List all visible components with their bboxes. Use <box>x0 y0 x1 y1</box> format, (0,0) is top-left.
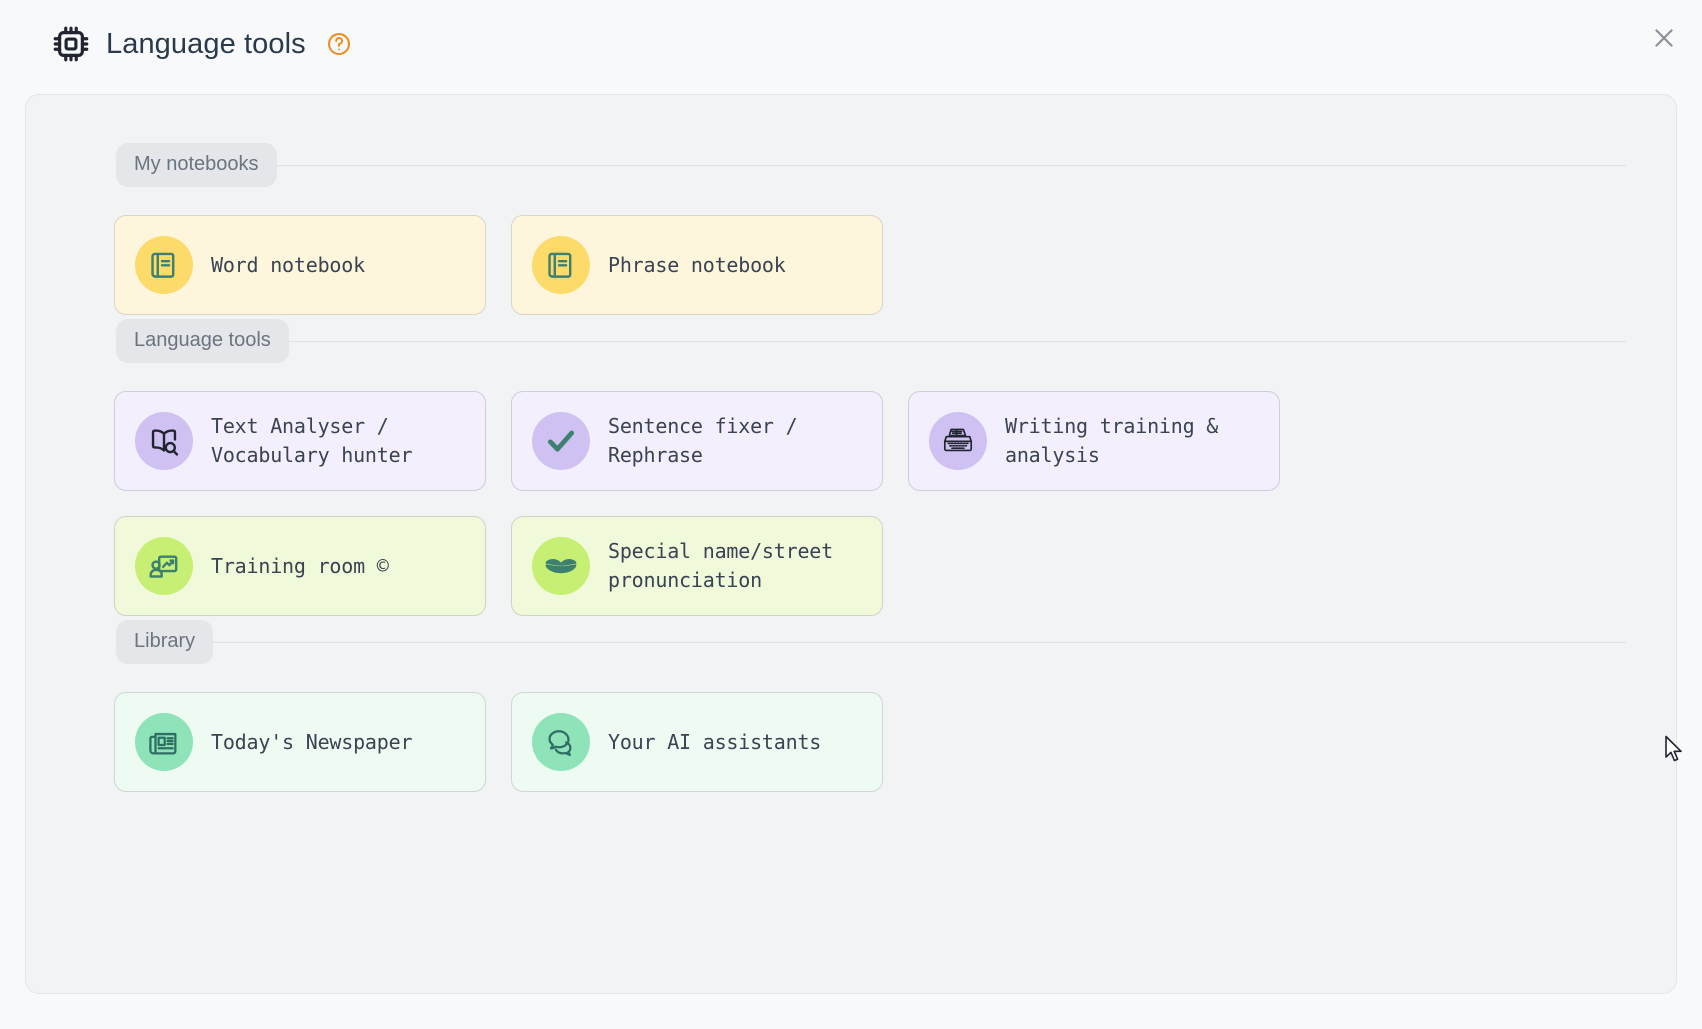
section-label-language-tools: Language tools <box>116 319 289 363</box>
card-label: Word notebook <box>211 252 365 277</box>
section-label-my-notebooks: My notebooks <box>116 143 277 187</box>
section-header: Library <box>116 620 1626 664</box>
book-search-icon <box>135 412 193 470</box>
card-word-notebook[interactable]: Word notebook <box>114 215 486 315</box>
header-title-group: Language tools <box>50 23 352 65</box>
book-icon <box>532 236 590 294</box>
presentation-icon <box>135 537 193 595</box>
section-divider <box>116 341 1626 342</box>
book-icon <box>135 236 193 294</box>
card-label: Sentence fixer / Rephrase <box>608 414 798 467</box>
typewriter-icon <box>929 412 987 470</box>
card-label: Special name/street pronunciation <box>608 539 833 592</box>
section-divider <box>116 642 1626 643</box>
card-label: Writing training & analysis <box>1005 414 1219 467</box>
chat-bubbles-icon <box>532 713 590 771</box>
card-label: Your AI assistants <box>608 729 822 754</box>
card-grid-my-notebooks: Word notebook Phrase notebook <box>66 187 1636 315</box>
section-library: Library Today's Newspaper Your AI assist… <box>66 620 1636 792</box>
card-label: Text Analyser / Vocabulary hunter <box>211 414 413 467</box>
section-header: Language tools <box>116 319 1626 363</box>
section-label-library: Library <box>116 620 214 664</box>
card-label: Training room © <box>211 553 389 578</box>
card-todays-newspaper[interactable]: Today's Newspaper <box>114 692 486 792</box>
tools-panel-content: My notebooks Word notebook Phrase notebo… <box>26 95 1676 826</box>
card-special-pronunciation[interactable]: Special name/street pronunciation <box>511 516 883 616</box>
card-grid-library: Today's Newspaper Your AI assistants <box>66 664 1636 792</box>
card-sentence-fixer[interactable]: Sentence fixer / Rephrase <box>511 391 883 491</box>
card-phrase-notebook[interactable]: Phrase notebook <box>511 215 883 315</box>
help-circle-icon[interactable] <box>326 31 352 57</box>
card-writing-training[interactable]: Writing training & analysis <box>908 391 1280 491</box>
card-text-analyser[interactable]: Text Analyser / Vocabulary hunter <box>114 391 486 491</box>
card-training-room[interactable]: Training room © <box>114 516 486 616</box>
modal-header: Language tools <box>0 0 1702 88</box>
language-tools-modal: Language tools My notebooks Word noteboo… <box>0 0 1702 1029</box>
section-header: My notebooks <box>116 143 1626 187</box>
section-divider <box>116 165 1626 166</box>
newspaper-icon <box>135 713 193 771</box>
tools-panel: My notebooks Word notebook Phrase notebo… <box>25 94 1677 994</box>
card-label: Today's Newspaper <box>211 729 413 754</box>
card-your-ai-assistants[interactable]: Your AI assistants <box>511 692 883 792</box>
chip-icon <box>50 23 92 65</box>
check-icon <box>532 412 590 470</box>
card-label: Phrase notebook <box>608 252 786 277</box>
section-my-notebooks: My notebooks Word notebook Phrase notebo… <box>66 143 1636 315</box>
lips-icon <box>532 537 590 595</box>
section-language-tools: Language tools Text Analyser / Vocabular… <box>66 319 1636 616</box>
card-grid-language-tools: Text Analyser / Vocabulary hunter Senten… <box>66 363 1636 616</box>
page-title: Language tools <box>106 27 306 60</box>
close-button[interactable] <box>1638 12 1690 64</box>
